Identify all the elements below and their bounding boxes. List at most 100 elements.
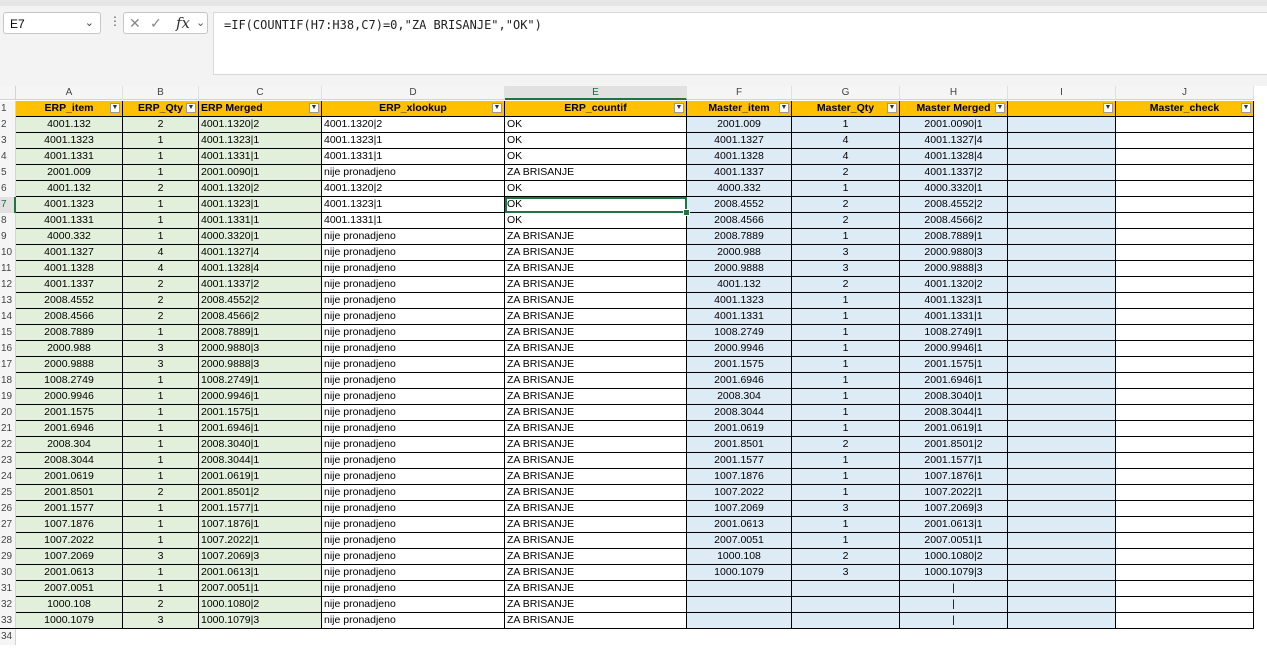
- table-cell[interactable]: 4001.1331: [687, 309, 792, 325]
- table-cell[interactable]: 4001.1323|1: [900, 293, 1008, 309]
- table-cell[interactable]: [1008, 117, 1116, 133]
- filter-dropdown-icon[interactable]: ▼: [1103, 103, 1113, 113]
- column-header-g[interactable]: G: [792, 86, 900, 100]
- table-cell[interactable]: ZA BRISANJE: [505, 357, 687, 373]
- table-cell[interactable]: 1008.2749: [687, 325, 792, 341]
- table-cell[interactable]: [1116, 293, 1254, 309]
- table-cell[interactable]: 2001.0090|1: [199, 165, 322, 181]
- table-cell[interactable]: 2001.6946: [687, 373, 792, 389]
- table-cell[interactable]: ZA BRISANJE: [505, 165, 687, 181]
- column-header-b[interactable]: B: [123, 86, 199, 100]
- row-header[interactable]: 9: [0, 229, 16, 245]
- table-cell[interactable]: nije pronadjeno: [322, 485, 505, 501]
- row-header[interactable]: 29: [0, 549, 16, 565]
- name-box[interactable]: E7 ⌄: [3, 12, 101, 34]
- table-cell[interactable]: 2001.0619|1: [900, 421, 1008, 437]
- table-cell[interactable]: [1008, 293, 1116, 309]
- table-cell[interactable]: ZA BRISANJE: [505, 437, 687, 453]
- table-cell[interactable]: 4001.1323|1: [322, 133, 505, 149]
- table-cell[interactable]: 1: [792, 229, 900, 245]
- table-cell[interactable]: 1008.2749|1: [900, 325, 1008, 341]
- table-cell[interactable]: 4001.1327: [687, 133, 792, 149]
- table-cell[interactable]: 3: [792, 245, 900, 261]
- table-cell[interactable]: nije pronadjeno: [322, 261, 505, 277]
- table-cell[interactable]: [1116, 501, 1254, 517]
- row-header[interactable]: 18: [0, 373, 16, 389]
- table-cell[interactable]: 1: [792, 309, 900, 325]
- filter-dropdown-icon[interactable]: ▼: [1241, 103, 1251, 113]
- table-cell[interactable]: nije pronadjeno: [322, 341, 505, 357]
- table-cell[interactable]: nije pronadjeno: [322, 549, 505, 565]
- row-header[interactable]: 6: [0, 181, 16, 197]
- table-cell[interactable]: 4001.132: [687, 277, 792, 293]
- table-cell[interactable]: OK: [505, 149, 687, 165]
- header-cell[interactable]: ERP Merged ▼: [199, 101, 322, 117]
- table-cell[interactable]: ZA BRISANJE: [505, 533, 687, 549]
- table-cell[interactable]: ZA BRISANJE: [505, 469, 687, 485]
- table-cell[interactable]: 2001.009: [16, 165, 123, 181]
- table-cell[interactable]: [1008, 261, 1116, 277]
- table-cell[interactable]: 4001.1331|1: [199, 213, 322, 229]
- table-cell[interactable]: 1007.2069: [687, 501, 792, 517]
- more-options-icon[interactable]: ⋮: [109, 14, 121, 28]
- table-cell[interactable]: nije pronadjeno: [322, 581, 505, 597]
- table-cell[interactable]: 2007.0051|1: [900, 533, 1008, 549]
- table-cell[interactable]: 1: [123, 453, 199, 469]
- header-cell[interactable]: Master_item ▼: [687, 101, 792, 117]
- table-cell[interactable]: 2001.0613|1: [199, 565, 322, 581]
- table-cell[interactable]: 1008.2749: [16, 373, 123, 389]
- table-cell[interactable]: 2: [123, 597, 199, 613]
- table-cell[interactable]: 2000.9946|1: [199, 389, 322, 405]
- table-cell[interactable]: [1116, 421, 1254, 437]
- row-header[interactable]: 3: [0, 133, 16, 149]
- table-cell[interactable]: OK: [505, 181, 687, 197]
- row-header[interactable]: 11: [0, 261, 16, 277]
- table-cell[interactable]: 4001.1328: [16, 261, 123, 277]
- table-cell[interactable]: 1: [792, 373, 900, 389]
- table-cell[interactable]: ZA BRISANJE: [505, 501, 687, 517]
- table-cell[interactable]: [1008, 613, 1116, 629]
- table-cell[interactable]: ZA BRISANJE: [505, 405, 687, 421]
- table-cell[interactable]: 2001.8501|2: [900, 437, 1008, 453]
- table-cell[interactable]: nije pronadjeno: [322, 389, 505, 405]
- table-cell[interactable]: [1008, 149, 1116, 165]
- table-cell[interactable]: [1116, 549, 1254, 565]
- table-cell[interactable]: 2001.0619: [16, 469, 123, 485]
- table-cell[interactable]: 1000.1079: [687, 565, 792, 581]
- row-header[interactable]: 34: [0, 629, 16, 645]
- table-cell[interactable]: ZA BRISANJE: [505, 245, 687, 261]
- table-cell[interactable]: [1008, 517, 1116, 533]
- table-cell[interactable]: [1116, 277, 1254, 293]
- filter-dropdown-icon[interactable]: ▼: [309, 103, 319, 113]
- table-cell[interactable]: 2001.8501: [687, 437, 792, 453]
- table-cell[interactable]: 4001.1320|2: [322, 117, 505, 133]
- table-cell[interactable]: 1: [792, 405, 900, 421]
- table-cell[interactable]: 2001.6946: [16, 421, 123, 437]
- table-cell[interactable]: 4001.1331: [16, 149, 123, 165]
- table-cell[interactable]: [1008, 373, 1116, 389]
- select-all-corner[interactable]: [0, 86, 16, 100]
- table-cell[interactable]: [1116, 405, 1254, 421]
- table-cell[interactable]: |: [900, 613, 1008, 629]
- table-cell[interactable]: nije pronadjeno: [322, 357, 505, 373]
- table-cell[interactable]: [1008, 165, 1116, 181]
- table-cell[interactable]: [1116, 437, 1254, 453]
- row-header[interactable]: 25: [0, 485, 16, 501]
- table-cell[interactable]: 2: [792, 277, 900, 293]
- table-cell[interactable]: nije pronadjeno: [322, 421, 505, 437]
- table-cell[interactable]: 1007.1876: [687, 469, 792, 485]
- table-cell[interactable]: 3: [123, 549, 199, 565]
- table-cell[interactable]: 2007.0051|1: [199, 581, 322, 597]
- filter-dropdown-icon[interactable]: ▼: [186, 103, 196, 113]
- table-cell[interactable]: 3: [792, 501, 900, 517]
- table-cell[interactable]: [1116, 565, 1254, 581]
- table-cell[interactable]: 2000.9946: [16, 389, 123, 405]
- table-cell[interactable]: [1008, 389, 1116, 405]
- filter-dropdown-icon[interactable]: ▼: [887, 103, 897, 113]
- table-cell[interactable]: 4000.3320|1: [900, 181, 1008, 197]
- column-header-e[interactable]: E: [505, 86, 687, 100]
- table-cell[interactable]: 1007.1876|1: [199, 517, 322, 533]
- table-cell[interactable]: 2008.7889: [16, 325, 123, 341]
- table-cell[interactable]: [792, 597, 900, 613]
- table-cell[interactable]: 2: [792, 213, 900, 229]
